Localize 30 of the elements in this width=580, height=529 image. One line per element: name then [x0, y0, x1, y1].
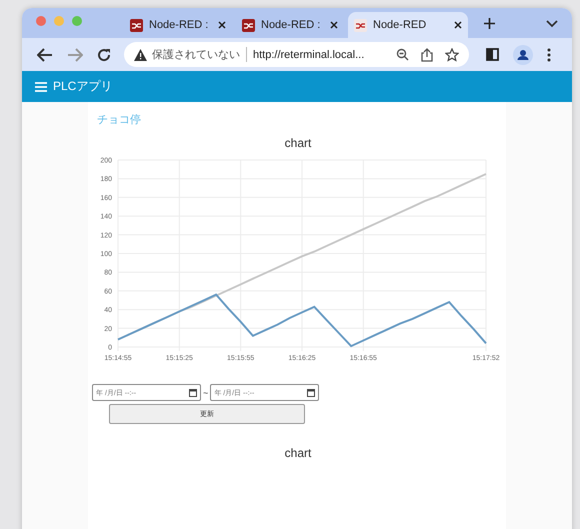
address-bar[interactable]: 保護されていない http://reterminal.local...: [124, 42, 469, 67]
reload-icon[interactable]: [97, 48, 111, 62]
browser-tab[interactable]: Node-RED :: [124, 12, 232, 38]
app-logo-icon: [242, 18, 255, 32]
back-icon[interactable]: [37, 48, 53, 62]
close-icon[interactable]: [218, 21, 226, 29]
new-tab-icon[interactable]: [484, 18, 495, 29]
warning-icon: [134, 48, 147, 60]
browser-tab[interactable]: Node-RED: [348, 12, 468, 38]
app-logo-icon: [130, 18, 143, 32]
side-panel-icon[interactable]: [486, 48, 499, 61]
range-separator: ~: [203, 388, 208, 398]
app-logo-icon: [354, 18, 367, 32]
app-title: PLCアプリ: [53, 78, 112, 95]
calendar-icon[interactable]: [189, 388, 197, 396]
group-title: チョコ停: [96, 113, 142, 128]
chart-title: chart: [284, 135, 312, 152]
share-icon[interactable]: [421, 48, 433, 62]
close-icon[interactable]: [330, 21, 338, 29]
zoom-icon[interactable]: [396, 48, 409, 61]
star-icon[interactable]: [445, 48, 459, 62]
security-label: 保護されていない: [152, 47, 247, 62]
close-icon[interactable]: [454, 21, 462, 29]
caret-icon[interactable]: [546, 20, 558, 28]
menu-icon[interactable]: [547, 48, 551, 62]
calendar-icon[interactable]: [307, 388, 316, 396]
chart-title: chart: [284, 445, 312, 462]
profile-avatar-icon[interactable]: [513, 44, 533, 64]
url-text: http://reterminal.local...: [253, 48, 366, 60]
browser-tab[interactable]: Node-RED :: [236, 12, 344, 38]
